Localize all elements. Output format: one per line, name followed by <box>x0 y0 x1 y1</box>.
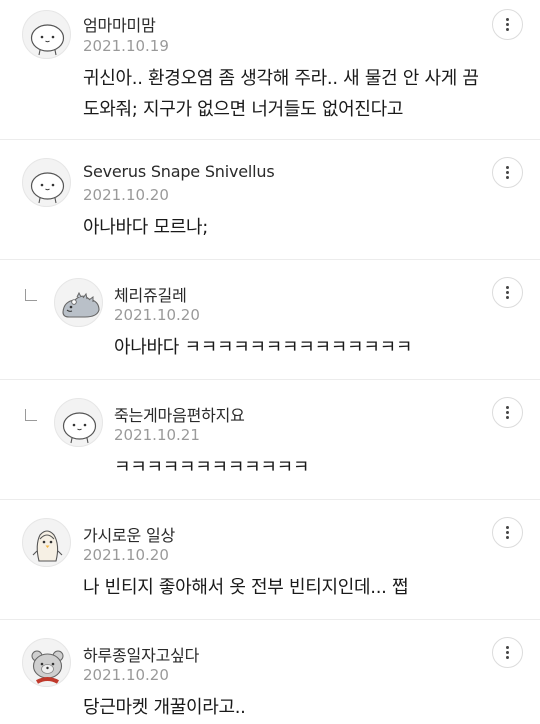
more-options-button[interactable] <box>492 637 523 668</box>
comment-author[interactable]: 죽는게마음편하지요 <box>114 402 245 426</box>
comment-date: 2021.10.21 <box>114 426 200 444</box>
comment-item: 가시로운 일상 2021.10.20 나 빈티지 좋아해서 옷 전부 빈티지인데… <box>0 500 540 619</box>
bear-icon <box>31 650 64 684</box>
more-dot <box>506 176 509 179</box>
comment-text-line: 나 빈티지 좋아해서 옷 전부 빈티지인데... 쩝 <box>83 577 409 598</box>
more-vertical-icon <box>506 646 509 649</box>
more-options-button[interactable] <box>492 9 523 40</box>
penguin-icon <box>32 530 63 562</box>
comment-text: 당근마켓 개꿀이라고.. <box>83 692 246 723</box>
reply-item: 체리쥬길레 2021.10.20 아나바다 ㅋㅋㅋㅋㅋㅋㅋㅋㅋㅋㅋㅋㅋㅋ <box>0 260 540 379</box>
comment-text-line: 귀신아.. 환경오염 좀 생각해 주라.. 새 물건 안 사게 끔 <box>83 68 479 89</box>
reply-arrow-icon <box>25 289 37 301</box>
more-options-button[interactable] <box>492 517 523 548</box>
more-dot <box>506 23 509 26</box>
comment-author[interactable]: 가시로운 일상 <box>83 522 175 546</box>
comment-date: 2021.10.20 <box>114 306 200 324</box>
more-options-button[interactable] <box>492 397 523 428</box>
comment-text-line: ㅋㅋㅋㅋㅋㅋㅋㅋㅋㅋㅋㅋ <box>114 457 310 478</box>
more-dot <box>506 416 509 419</box>
more-dot <box>506 656 509 659</box>
comment-text-line: 도와줘; 지구가 없으면 너거들도 없어진다고 <box>83 99 404 120</box>
avatar[interactable] <box>22 518 71 567</box>
more-dot <box>506 411 509 414</box>
comment-date: 2021.10.20 <box>83 186 169 204</box>
more-dot <box>506 28 509 31</box>
comment-date: 2021.10.19 <box>83 37 169 55</box>
comment-item: 엄마마미맘 2021.10.19 귀신아.. 환경오염 좀 생각해 주라.. 새… <box>0 0 540 139</box>
comment-author[interactable]: 엄마마미맘 <box>83 12 156 36</box>
comment-text-line: 당근마켓 개꿀이라고.. <box>83 697 246 718</box>
more-options-button[interactable] <box>492 277 523 308</box>
round-blob-face-icon <box>30 24 65 56</box>
dinosaur-icon <box>62 291 100 318</box>
comment-text: 아나바다 ㅋㅋㅋㅋㅋㅋㅋㅋㅋㅋㅋㅋㅋㅋ <box>114 332 412 363</box>
more-dot <box>506 651 509 654</box>
avatar[interactable] <box>22 10 71 59</box>
more-dot <box>506 536 509 539</box>
comment-date: 2021.10.20 <box>83 546 169 564</box>
round-blob-face-icon <box>30 172 65 204</box>
more-options-button[interactable] <box>492 157 523 188</box>
more-vertical-icon <box>506 406 509 409</box>
more-dot <box>506 291 509 294</box>
more-dot <box>506 531 509 534</box>
comment-text: 아나바다 모르나; <box>83 212 208 243</box>
comment-author[interactable]: 체리쥬길레 <box>114 282 187 306</box>
more-dot <box>506 296 509 299</box>
avatar[interactable] <box>22 158 71 207</box>
comment-text: 나 빈티지 좋아해서 옷 전부 빈티지인데... 쩝 <box>83 572 409 603</box>
comment-text-line: 아나바다 ㅋㅋㅋㅋㅋㅋㅋㅋㅋㅋㅋㅋㅋㅋ <box>114 337 413 358</box>
more-vertical-icon <box>506 166 509 169</box>
comment-text-line: 아나바다 모르나; <box>83 217 209 238</box>
comment-item: 하루종일자고싶다 2021.10.20 당근마켓 개꿀이라고.. <box>0 620 540 724</box>
more-dot <box>506 171 509 174</box>
more-vertical-icon <box>506 18 509 21</box>
comment-text: ㅋㅋㅋㅋㅋㅋㅋㅋㅋㅋㅋㅋ <box>114 452 309 483</box>
round-blob-face-icon <box>62 412 97 444</box>
reply-item: 죽는게마음편하지요 2021.10.21 ㅋㅋㅋㅋㅋㅋㅋㅋㅋㅋㅋㅋ <box>0 380 540 499</box>
comment-author[interactable]: Severus Snape Snivellus <box>83 162 275 181</box>
reply-arrow-icon <box>25 409 37 421</box>
avatar[interactable] <box>22 638 71 687</box>
more-vertical-icon <box>506 286 509 289</box>
comment-text: 귀신아.. 환경오염 좀 생각해 주라.. 새 물건 안 사게 끔 도와줘; 지… <box>83 63 479 125</box>
more-vertical-icon <box>506 526 509 529</box>
avatar[interactable] <box>54 278 103 327</box>
comment-author[interactable]: 하루종일자고싶다 <box>83 642 199 666</box>
comment-date: 2021.10.20 <box>83 666 169 684</box>
avatar[interactable] <box>54 398 103 447</box>
comment-item: Severus Snape Snivellus 2021.10.20 아나바다 … <box>0 140 540 259</box>
